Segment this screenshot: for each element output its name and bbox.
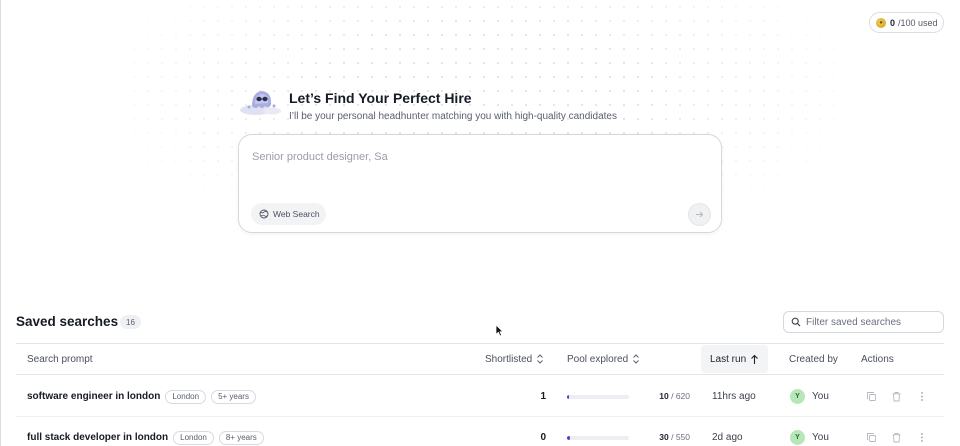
copy-icon — [867, 433, 876, 442]
column-actions: Actions — [861, 344, 894, 374]
saved-searches-table-header: Search prompt Shortlisted Pool explored … — [16, 343, 944, 375]
row-prompt[interactable]: full stack developer in london London 8+… — [27, 417, 264, 446]
pool-done: 10 — [659, 391, 669, 401]
avatar: Y — [790, 430, 805, 445]
experience-tag: 5+ years — [211, 389, 256, 404]
table-row[interactable]: full stack developer in london London 8+… — [16, 417, 944, 446]
column-last-run[interactable]: Last run — [701, 345, 769, 373]
pool-progress-fill — [567, 436, 571, 440]
shortlisted-count: 1 — [540, 391, 546, 402]
credits-usage-pill[interactable]: ● 0 /100 used — [869, 12, 944, 33]
delete-button[interactable] — [890, 390, 903, 403]
pool-explored-text: 10 / 620 — [652, 376, 690, 417]
column-created-by: Created by — [789, 344, 838, 374]
saved-searches-title: Saved searches — [16, 314, 119, 329]
credits-limit: /100 used — [898, 17, 938, 28]
column-label: Actions — [861, 353, 894, 365]
column-label: Last run — [710, 353, 747, 365]
experience-tag: 8+ years — [218, 430, 264, 445]
filter-input[interactable] — [806, 316, 936, 328]
location-tag: London — [173, 430, 214, 445]
pool-progress-bar — [567, 436, 629, 440]
column-label: Pool explored — [567, 353, 629, 365]
column-shortlisted[interactable]: Shortlisted — [485, 344, 544, 374]
page-subtitle: I’ll be your personal headhunter matchin… — [289, 111, 617, 122]
location-tag: London — [165, 389, 207, 404]
more-vertical-icon — [920, 433, 923, 442]
trash-icon — [892, 433, 901, 443]
credits-used: 0 — [890, 17, 896, 28]
filter-saved-searches[interactable] — [783, 311, 944, 333]
search-prompt-box: Web Search — [238, 134, 722, 233]
more-options-button[interactable] — [915, 390, 928, 403]
copy-icon — [867, 392, 876, 401]
ghost-mascot-icon — [240, 91, 281, 115]
coin-icon: ● — [876, 17, 886, 28]
sort-icon — [633, 354, 640, 364]
last-run-time: 11hrs ago — [712, 391, 756, 402]
saved-searches-count: 16 — [120, 315, 141, 329]
web-search-button[interactable]: Web Search — [251, 203, 326, 225]
column-search-prompt: Search prompt — [27, 344, 93, 374]
table-row[interactable]: software engineer in london London 5+ ye… — [16, 376, 944, 417]
sort-icon — [537, 354, 544, 364]
arrow-up-icon — [751, 354, 759, 364]
column-label: Search prompt — [27, 353, 93, 365]
pool-done: 30 — [659, 432, 669, 442]
web-search-label: Web Search — [273, 209, 320, 219]
page-title: Let’s Find Your Perfect Hire — [289, 90, 472, 106]
row-prompt-text: full stack developer in london — [27, 432, 169, 443]
more-options-button[interactable] — [915, 431, 928, 444]
copy-button[interactable] — [865, 431, 878, 444]
pool-progress-fill — [567, 395, 570, 399]
shortlisted-count: 0 — [540, 432, 546, 443]
pool-progress-bar — [567, 395, 629, 399]
column-label: Created by — [789, 353, 838, 365]
trash-icon — [892, 392, 901, 402]
row-prompt[interactable]: software engineer in london London 5+ ye… — [27, 376, 256, 417]
pool-explored-text: 30 / 550 — [652, 417, 690, 446]
globe-icon — [259, 209, 269, 219]
mouse-cursor-icon — [495, 324, 504, 337]
last-run-time: 2d ago — [712, 432, 743, 443]
pool-total: / 550 — [671, 432, 690, 442]
column-label: Shortlisted — [485, 353, 533, 365]
search-prompt-input[interactable] — [252, 147, 692, 167]
column-pool-explored[interactable]: Pool explored — [567, 344, 640, 374]
more-vertical-icon — [920, 392, 923, 401]
delete-button[interactable] — [890, 431, 903, 444]
creator-name: You — [812, 432, 829, 443]
row-prompt-text: software engineer in london — [27, 391, 161, 402]
search-icon — [791, 317, 801, 327]
arrow-right-icon — [696, 211, 704, 218]
avatar: Y — [790, 389, 805, 404]
pool-total: / 620 — [671, 391, 690, 401]
creator-name: You — [812, 391, 829, 402]
send-button[interactable] — [688, 203, 711, 226]
copy-button[interactable] — [865, 390, 878, 403]
